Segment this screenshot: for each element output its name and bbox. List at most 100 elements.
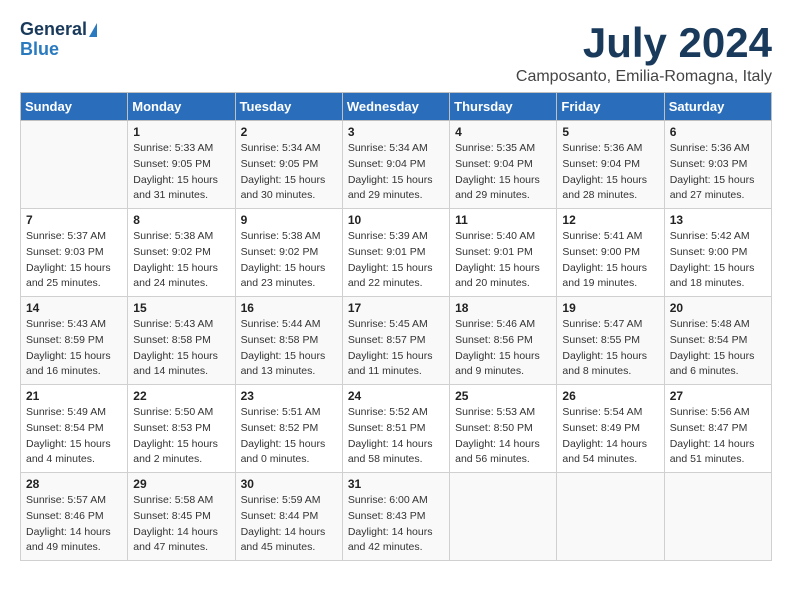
cell-info-line: Sunrise: 5:54 AM — [562, 405, 658, 421]
day-number: 25 — [455, 389, 551, 403]
cell-info-line: Daylight: 15 hours — [670, 261, 766, 277]
cell-info-line: and 58 minutes. — [348, 452, 444, 468]
cell-info-line: Sunrise: 5:52 AM — [348, 405, 444, 421]
day-number: 12 — [562, 213, 658, 227]
calendar-cell: 26Sunrise: 5:54 AMSunset: 8:49 PMDayligh… — [557, 385, 664, 473]
cell-info-line: Sunrise: 5:53 AM — [455, 405, 551, 421]
day-number: 29 — [133, 477, 229, 491]
cell-info-line: Daylight: 15 hours — [133, 437, 229, 453]
cell-info-line: and 42 minutes. — [348, 540, 444, 556]
title-block: July 2024 Camposanto, Emilia-Romagna, It… — [516, 20, 772, 86]
cell-info-line: Daylight: 15 hours — [26, 349, 122, 365]
calendar-cell: 3Sunrise: 5:34 AMSunset: 9:04 PMDaylight… — [342, 121, 449, 209]
cell-info-line: Sunrise: 5:48 AM — [670, 317, 766, 333]
calendar-cell: 9Sunrise: 5:38 AMSunset: 9:02 PMDaylight… — [235, 209, 342, 297]
cell-info-line: Daylight: 15 hours — [562, 261, 658, 277]
cell-info-line: Sunset: 9:00 PM — [562, 245, 658, 261]
header-day-sunday: Sunday — [21, 93, 128, 121]
day-number: 9 — [241, 213, 337, 227]
cell-info-line: and 45 minutes. — [241, 540, 337, 556]
header-day-tuesday: Tuesday — [235, 93, 342, 121]
cell-info-line: and 27 minutes. — [670, 188, 766, 204]
cell-info-line: Sunset: 9:05 PM — [241, 157, 337, 173]
calendar-cell: 13Sunrise: 5:42 AMSunset: 9:00 PMDayligh… — [664, 209, 771, 297]
day-number: 31 — [348, 477, 444, 491]
cell-info-line: Daylight: 15 hours — [455, 173, 551, 189]
cell-info-line: Sunrise: 5:36 AM — [562, 141, 658, 157]
cell-info-line: Daylight: 14 hours — [26, 525, 122, 541]
calendar-cell: 30Sunrise: 5:59 AMSunset: 8:44 PMDayligh… — [235, 473, 342, 561]
calendar-cell: 28Sunrise: 5:57 AMSunset: 8:46 PMDayligh… — [21, 473, 128, 561]
cell-info-line: Daylight: 15 hours — [348, 173, 444, 189]
cell-info-line: Daylight: 14 hours — [455, 437, 551, 453]
cell-info-line: Daylight: 15 hours — [455, 261, 551, 277]
day-number: 30 — [241, 477, 337, 491]
calendar-cell: 8Sunrise: 5:38 AMSunset: 9:02 PMDaylight… — [128, 209, 235, 297]
cell-info-line: and 56 minutes. — [455, 452, 551, 468]
cell-info-line: and 29 minutes. — [348, 188, 444, 204]
cell-info-line: and 54 minutes. — [562, 452, 658, 468]
header-day-thursday: Thursday — [450, 93, 557, 121]
cell-info-line: and 0 minutes. — [241, 452, 337, 468]
logo-general: General — [20, 19, 87, 39]
cell-info-line: Sunset: 9:03 PM — [670, 157, 766, 173]
calendar-cell: 5Sunrise: 5:36 AMSunset: 9:04 PMDaylight… — [557, 121, 664, 209]
day-number: 5 — [562, 125, 658, 139]
cell-info-line: Sunrise: 5:39 AM — [348, 229, 444, 245]
calendar-cell: 31Sunrise: 6:00 AMSunset: 8:43 PMDayligh… — [342, 473, 449, 561]
cell-info-line: and 20 minutes. — [455, 276, 551, 292]
calendar-cell: 12Sunrise: 5:41 AMSunset: 9:00 PMDayligh… — [557, 209, 664, 297]
cell-info-line: Daylight: 15 hours — [562, 349, 658, 365]
cell-info-line: Daylight: 14 hours — [562, 437, 658, 453]
calendar-header: SundayMondayTuesdayWednesdayThursdayFrid… — [21, 93, 772, 121]
cell-info-line: Sunset: 8:46 PM — [26, 509, 122, 525]
cell-info-line: Sunset: 8:55 PM — [562, 333, 658, 349]
cell-info-line: Sunrise: 6:00 AM — [348, 493, 444, 509]
cell-info-line: Daylight: 15 hours — [670, 173, 766, 189]
cell-info-line: Daylight: 14 hours — [670, 437, 766, 453]
calendar-cell — [557, 473, 664, 561]
cell-info-line: Sunset: 8:59 PM — [26, 333, 122, 349]
cell-info-line: Daylight: 15 hours — [348, 261, 444, 277]
cell-info-line: Sunset: 9:02 PM — [241, 245, 337, 261]
cell-info-line: Sunrise: 5:38 AM — [241, 229, 337, 245]
cell-info-line: Sunrise: 5:38 AM — [133, 229, 229, 245]
calendar-cell: 7Sunrise: 5:37 AMSunset: 9:03 PMDaylight… — [21, 209, 128, 297]
cell-info-line: and 25 minutes. — [26, 276, 122, 292]
day-number: 8 — [133, 213, 229, 227]
header-day-monday: Monday — [128, 93, 235, 121]
cell-info-line: and 28 minutes. — [562, 188, 658, 204]
cell-info-line: Sunset: 9:04 PM — [348, 157, 444, 173]
cell-info-line: Sunrise: 5:59 AM — [241, 493, 337, 509]
cell-info-line: and 13 minutes. — [241, 364, 337, 380]
calendar-cell: 22Sunrise: 5:50 AMSunset: 8:53 PMDayligh… — [128, 385, 235, 473]
calendar-table: SundayMondayTuesdayWednesdayThursdayFrid… — [20, 92, 772, 561]
calendar-cell: 29Sunrise: 5:58 AMSunset: 8:45 PMDayligh… — [128, 473, 235, 561]
logo: General Blue — [20, 20, 97, 60]
cell-info-line: and 4 minutes. — [26, 452, 122, 468]
day-number: 18 — [455, 301, 551, 315]
cell-info-line: and 29 minutes. — [455, 188, 551, 204]
cell-info-line: and 8 minutes. — [562, 364, 658, 380]
cell-info-line: Sunset: 8:56 PM — [455, 333, 551, 349]
calendar-week-4: 28Sunrise: 5:57 AMSunset: 8:46 PMDayligh… — [21, 473, 772, 561]
calendar-cell: 25Sunrise: 5:53 AMSunset: 8:50 PMDayligh… — [450, 385, 557, 473]
day-number: 7 — [26, 213, 122, 227]
location-title: Camposanto, Emilia-Romagna, Italy — [516, 68, 772, 86]
cell-info-line: and 47 minutes. — [133, 540, 229, 556]
day-number: 21 — [26, 389, 122, 403]
calendar-cell: 17Sunrise: 5:45 AMSunset: 8:57 PMDayligh… — [342, 297, 449, 385]
header-day-friday: Friday — [557, 93, 664, 121]
calendar-cell: 1Sunrise: 5:33 AMSunset: 9:05 PMDaylight… — [128, 121, 235, 209]
cell-info-line: Sunset: 8:54 PM — [670, 333, 766, 349]
calendar-cell: 21Sunrise: 5:49 AMSunset: 8:54 PMDayligh… — [21, 385, 128, 473]
cell-info-line: Sunset: 8:43 PM — [348, 509, 444, 525]
cell-info-line: and 2 minutes. — [133, 452, 229, 468]
calendar-body: 1Sunrise: 5:33 AMSunset: 9:05 PMDaylight… — [21, 121, 772, 561]
cell-info-line: Sunrise: 5:58 AM — [133, 493, 229, 509]
cell-info-line: Sunrise: 5:57 AM — [26, 493, 122, 509]
calendar-cell: 23Sunrise: 5:51 AMSunset: 8:52 PMDayligh… — [235, 385, 342, 473]
cell-info-line: Sunrise: 5:34 AM — [241, 141, 337, 157]
cell-info-line: Sunset: 9:03 PM — [26, 245, 122, 261]
day-number: 11 — [455, 213, 551, 227]
